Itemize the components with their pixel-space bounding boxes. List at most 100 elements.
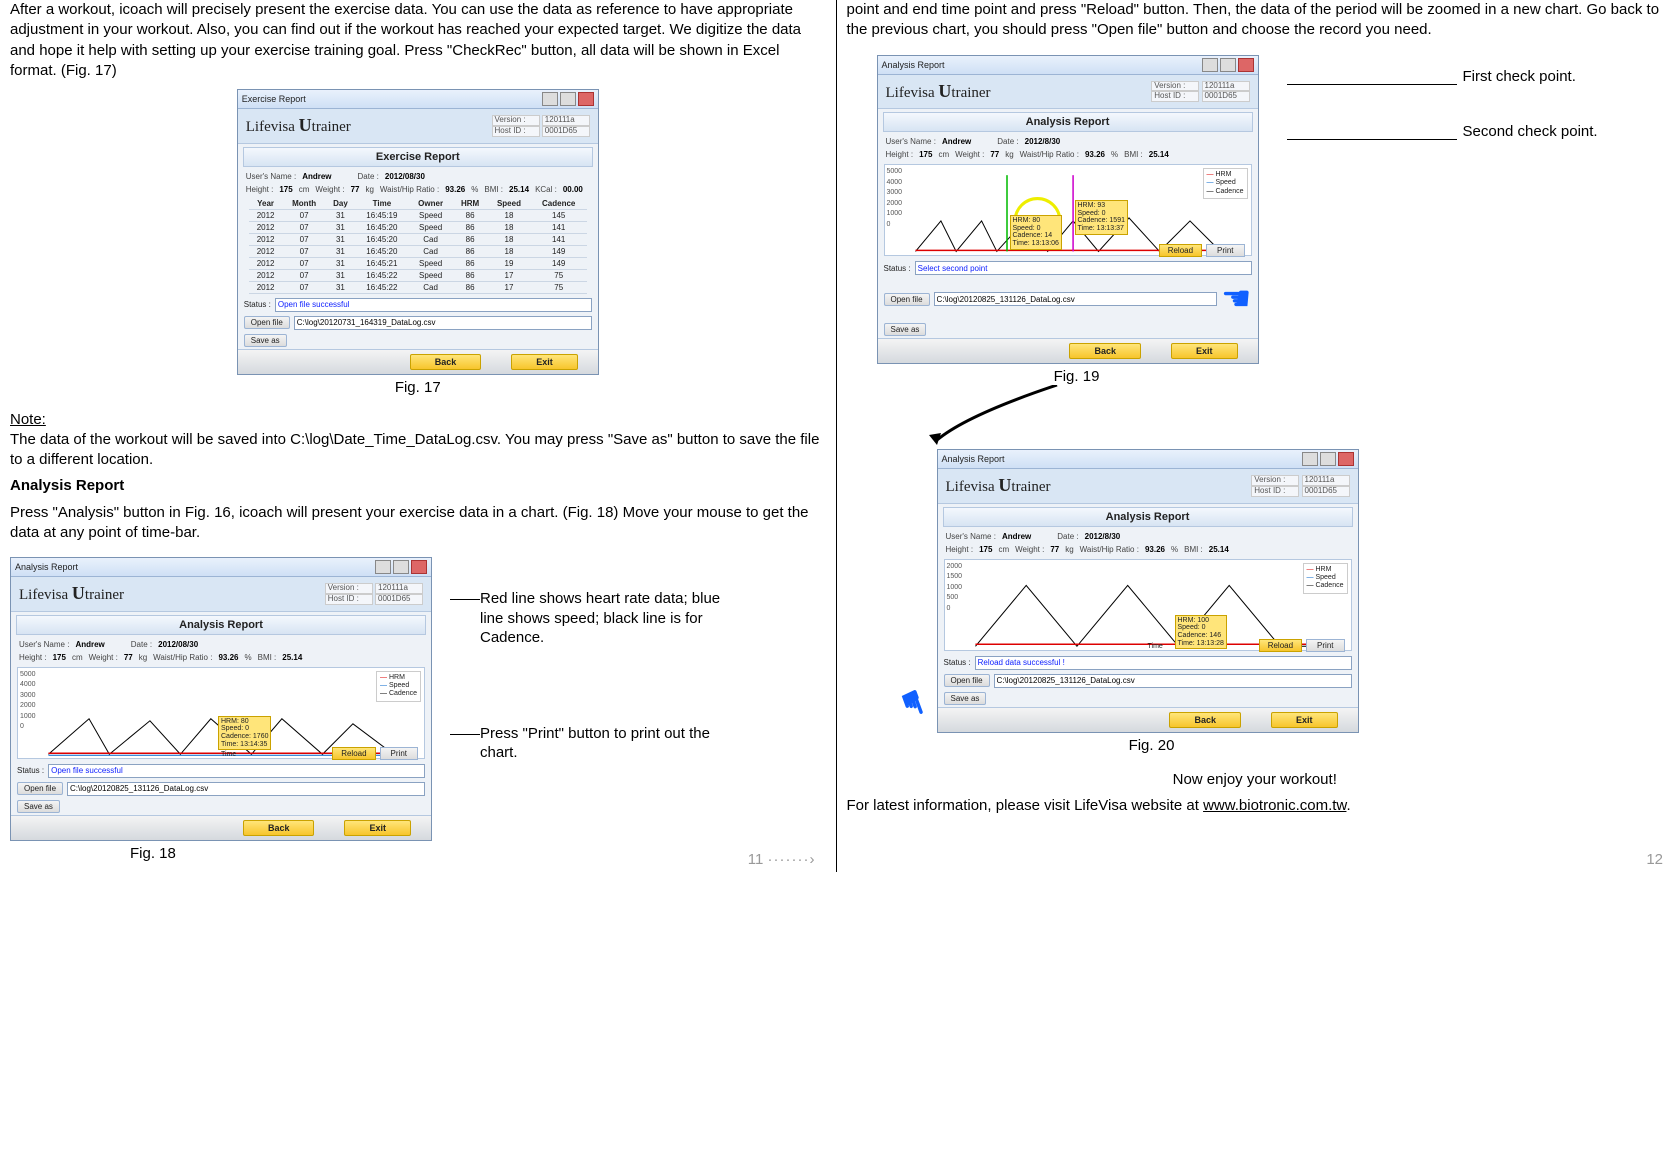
exercise-table: YearMonthDayTimeOwnerHRMSpeedCadence 201… <box>249 198 587 294</box>
fig19-report-title: Analysis Report <box>883 112 1253 132</box>
status-field <box>975 656 1352 670</box>
print-button[interactable]: Print <box>380 747 418 760</box>
analysis-report-heading: Analysis Report <box>10 476 826 496</box>
brand-row: Lifevisa Utrainer Version : 120111aHost … <box>938 469 1358 504</box>
table-cell: 18 <box>487 245 530 257</box>
info-row-2: Height :175cm Weight :77kg Waist/Hip Rat… <box>11 651 431 664</box>
close-icon[interactable] <box>411 560 427 574</box>
annotation-print: Press "Print" button to print out the ch… <box>480 724 740 763</box>
fig18-titlebar: Analysis Report <box>11 558 431 577</box>
user-label: User's Name : <box>246 172 296 181</box>
close-icon[interactable] <box>1238 58 1254 72</box>
website-link[interactable]: www.biotronic.com.tw <box>1203 797 1346 814</box>
page-arrow-icon: ·······› <box>768 851 816 868</box>
maximize-icon[interactable] <box>1220 58 1236 72</box>
footer-buttons: Back Exit <box>238 349 598 374</box>
table-cell: 16:45:20 <box>355 233 408 245</box>
print-button[interactable]: Print <box>1306 639 1344 652</box>
curved-arrow-icon <box>927 385 1327 445</box>
version-box: Version : 120111a Host ID : 0001D65 <box>492 115 590 137</box>
table-cell: 86 <box>453 221 488 233</box>
reload-button[interactable]: Reload <box>1259 639 1302 652</box>
minimize-icon[interactable] <box>1302 452 1318 466</box>
open-file-button[interactable]: Open file <box>244 316 290 329</box>
minimize-icon[interactable] <box>542 92 558 106</box>
info-row-2: Height :175cm Weight :77kg Waist/Hip Rat… <box>938 543 1358 556</box>
latest-text: For latest information, please visit Lif… <box>847 797 1204 814</box>
brand-text-a: Lifevisa <box>246 119 299 135</box>
openfile-row: Open file <box>238 314 598 332</box>
status-field <box>915 261 1252 275</box>
table-header: Speed <box>487 198 530 210</box>
reload-button[interactable]: Reload <box>332 747 375 760</box>
status-row: Status : <box>11 762 431 780</box>
table-cell: 31 <box>326 269 356 281</box>
save-as-button[interactable]: Save as <box>884 323 927 336</box>
fig18-caption: Fig. 18 <box>130 845 440 862</box>
kcal-value: 00.00 <box>563 185 583 194</box>
date-value: 2012/08/30 <box>385 172 425 181</box>
window-controls <box>375 560 427 574</box>
chart-buttons: Reload Print <box>1159 244 1245 257</box>
open-file-button[interactable]: Open file <box>884 293 930 306</box>
kcal-label: KCal : <box>535 185 557 194</box>
back-button[interactable]: Back <box>1169 712 1241 728</box>
open-file-button[interactable]: Open file <box>17 782 63 795</box>
close-icon[interactable] <box>578 92 594 106</box>
reload-button[interactable]: Reload <box>1159 244 1202 257</box>
back-button[interactable]: Back <box>243 820 315 836</box>
print-button[interactable]: Print <box>1206 244 1244 257</box>
note-text: The data of the workout will be saved in… <box>10 431 819 468</box>
enjoy-text: Now enjoy your workout! <box>847 770 1664 790</box>
annotation-first-check: First check point. <box>1463 67 1576 87</box>
exit-button[interactable]: Exit <box>1171 343 1238 359</box>
latest-info: For latest information, please visit Lif… <box>847 796 1664 816</box>
close-icon[interactable] <box>1338 452 1354 466</box>
table-cell: 141 <box>530 233 586 245</box>
paragraph-workout: After a workout, icoach will precisely p… <box>10 0 826 81</box>
saveas-row: Save as <box>938 690 1358 707</box>
info-row-1: User's Name :Andrew Date :2012/8/30 <box>938 530 1358 543</box>
table-cell: 31 <box>326 221 356 233</box>
maximize-icon[interactable] <box>560 92 576 106</box>
exit-button[interactable]: Exit <box>1271 712 1338 728</box>
weight-value: 77 <box>351 185 360 194</box>
table-cell: 31 <box>326 281 356 293</box>
table-row: 2012073116:45:20Speed8618141 <box>249 221 587 233</box>
date-label: Date : <box>358 172 379 181</box>
minimize-icon[interactable] <box>375 560 391 574</box>
info-row-2: Height :175cm Weight :77kg Waist/Hip Rat… <box>238 183 598 196</box>
annotation-second-check: Second check point. <box>1463 122 1598 142</box>
save-as-button[interactable]: Save as <box>244 334 287 347</box>
status-row: Status : <box>938 654 1358 672</box>
table-cell: 16:45:19 <box>355 209 408 221</box>
footer-buttons: Back Exit <box>11 815 431 840</box>
back-button[interactable]: Back <box>1069 343 1141 359</box>
brand-u: U <box>299 115 312 135</box>
table-cell: 07 <box>283 233 326 245</box>
table-header: Cadence <box>530 198 586 210</box>
table-cell: 2012 <box>249 209 283 221</box>
exit-button[interactable]: Exit <box>344 820 411 836</box>
save-as-button[interactable]: Save as <box>17 800 60 813</box>
version-value: 120111a <box>542 115 590 126</box>
save-as-button[interactable]: Save as <box>944 692 987 705</box>
minimize-icon[interactable] <box>1202 58 1218 72</box>
maximize-icon[interactable] <box>1320 452 1336 466</box>
status-row: Status : <box>878 259 1258 277</box>
fig20-report-title: Analysis Report <box>943 507 1353 527</box>
page-left: After a workout, icoach will precisely p… <box>0 0 837 872</box>
exit-button[interactable]: Exit <box>511 354 578 370</box>
version-label: Version : <box>492 115 540 126</box>
table-cell: 07 <box>283 269 326 281</box>
weight-label: Weight : <box>315 185 344 194</box>
maximize-icon[interactable] <box>393 560 409 574</box>
back-button[interactable]: Back <box>410 354 482 370</box>
open-file-button[interactable]: Open file <box>944 674 990 687</box>
chart-buttons: Reload Print <box>1259 639 1345 652</box>
fig18-chart: 500040003000200010000 — HRM — Speed — Ca… <box>17 667 425 759</box>
table-row: 2012073116:45:22Speed861775 <box>249 269 587 281</box>
table-cell: 86 <box>453 257 488 269</box>
table-body: 2012073116:45:19Speed86181452012073116:4… <box>249 209 587 293</box>
chart-tooltip: HRM: 80Speed: 0Cadence: 1760Time: 13:14:… <box>218 716 271 751</box>
